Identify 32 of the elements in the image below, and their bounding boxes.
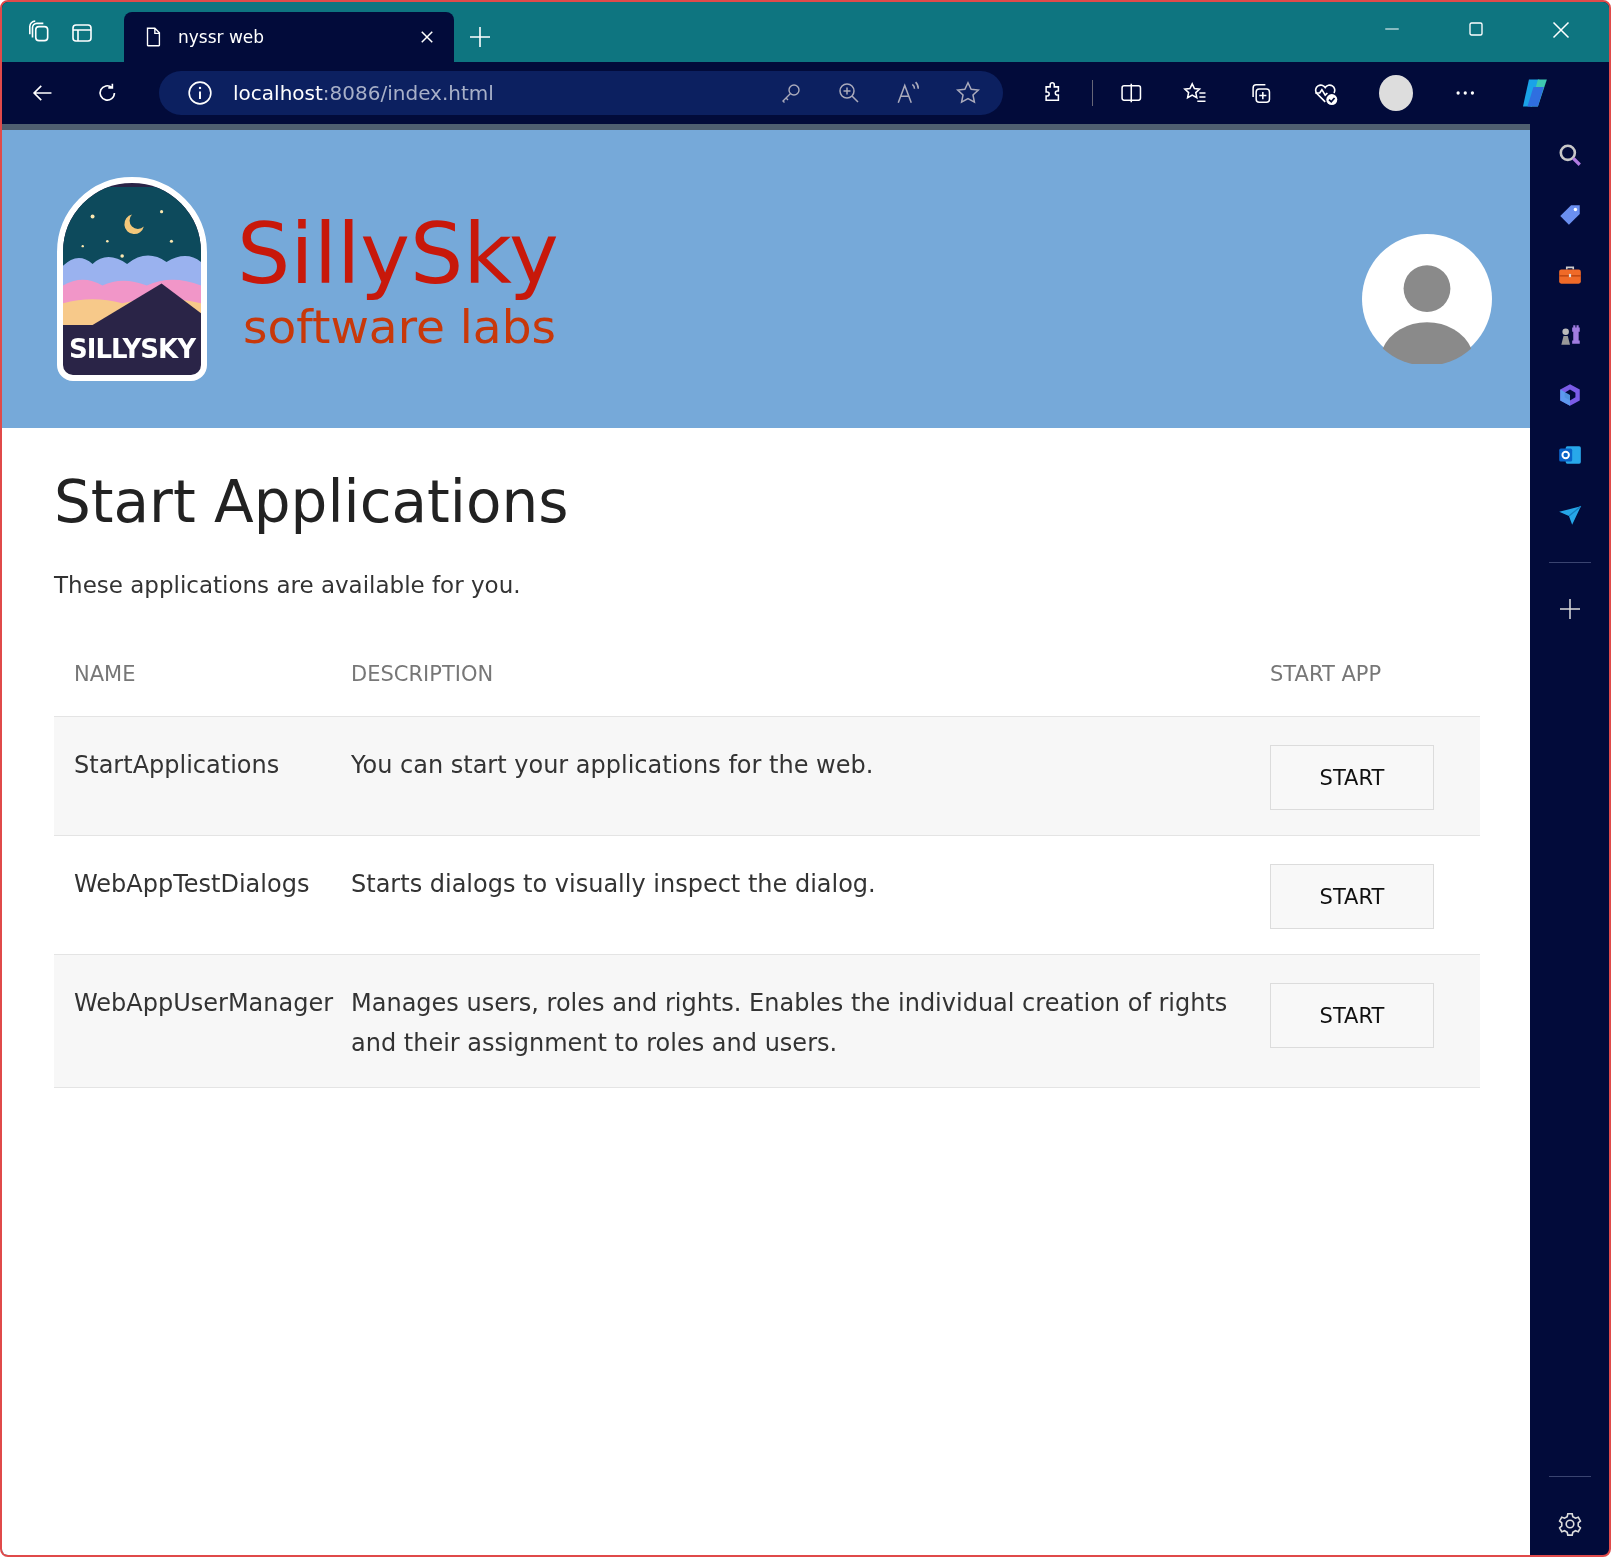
app-description: You can start your applications for the web. <box>351 750 875 781</box>
close-icon[interactable] <box>418 28 436 46</box>
column-header: NAME <box>73 662 137 686</box>
app-name: WebAppUserManager <box>73 988 335 1019</box>
add-icon[interactable] <box>1557 597 1582 621</box>
app-description: Starts dialogs to visually inspect the dialog. <box>351 869 877 900</box>
app-name: WebAppTestDialogs <box>73 869 311 900</box>
user-avatar[interactable] <box>1362 234 1492 364</box>
profile-avatar[interactable] <box>1378 75 1413 111</box>
start-button[interactable]: START <box>1270 983 1434 1048</box>
tab-actions-icon[interactable] <box>70 21 94 45</box>
start-button[interactable]: START <box>1270 745 1434 810</box>
url-text: localhost:8086/index.html <box>233 81 494 105</box>
logo-text: SILLYSKY <box>69 333 195 366</box>
intro-text: These applications are available for you. <box>54 572 522 598</box>
page-title: Start Applications <box>54 468 570 536</box>
info-icon[interactable] <box>187 80 214 106</box>
column-header: DESCRIPTION <box>351 662 495 686</box>
maximize-icon[interactable] <box>1467 20 1485 38</box>
app-description: Manages users, roles and rights. Enables the individual creation of rights and their assignment to roles and users. <box>351 988 1229 1059</box>
read-aloud-icon[interactable] <box>895 80 922 106</box>
tab-title: nyssr web <box>178 27 266 47</box>
star-icon[interactable] <box>955 80 982 106</box>
start-button[interactable]: START <box>1270 864 1434 929</box>
settings-icon[interactable] <box>1556 1511 1583 1537</box>
new-tab-icon[interactable] <box>468 25 492 49</box>
app-name: StartApplications <box>73 750 281 781</box>
browser-tab[interactable]: nyssr web <box>124 12 454 62</box>
address-bar[interactable]: localhost:8086/index.html <box>159 71 1004 115</box>
brand-tagline: software labs <box>243 302 556 352</box>
column-header: START APP <box>1270 662 1383 686</box>
brand-name: SillySky <box>237 206 559 302</box>
